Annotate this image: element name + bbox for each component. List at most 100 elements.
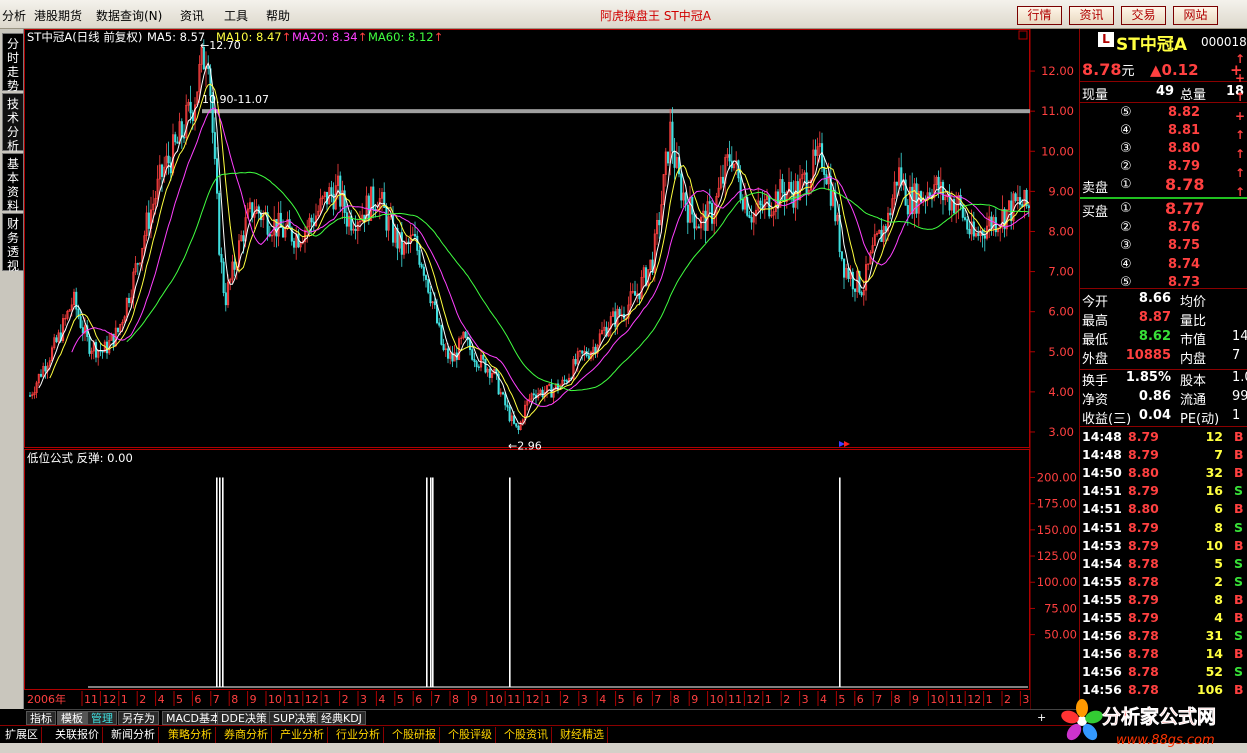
tab-dde[interactable]: DDE决策	[217, 711, 271, 725]
chart-svg[interactable]: ST中冠A(日线 前复权) MA5: 8.57 MA10: 8.47↑ MA20…	[24, 29, 1079, 709]
tab-indicator[interactable]: 指标	[26, 711, 56, 725]
tab-finance-pick[interactable]: 财经精选	[557, 727, 608, 743]
price-tick-label: 10.00	[1041, 144, 1074, 158]
nav-info-button[interactable]: 资讯	[1069, 6, 1114, 25]
x-tick-label: 11	[84, 693, 98, 706]
price-tick-label: 6.00	[1048, 305, 1074, 319]
tab-intraday[interactable]: 分时走势	[2, 33, 24, 93]
candle-body	[147, 212, 150, 229]
signal-bar	[216, 477, 218, 687]
tab-rating[interactable]: 个股评级	[445, 727, 496, 743]
tab-save-as[interactable]: 另存为	[118, 711, 159, 725]
nav-trade-button[interactable]: 交易	[1121, 6, 1166, 25]
sell-level-price[interactable]: 8.78	[1165, 175, 1204, 194]
candle-body	[79, 316, 82, 328]
candle-body	[233, 261, 236, 270]
tab-related-quote[interactable]: 关联报价	[52, 727, 103, 743]
tab-broker[interactable]: 券商分析	[221, 727, 272, 743]
menu-help[interactable]: 帮助	[266, 7, 290, 24]
stat-label-2: 均价	[1180, 295, 1207, 310]
tab-template[interactable]: 模板	[57, 711, 87, 725]
x-tick-label: 12	[102, 693, 116, 706]
tab-strategy[interactable]: 策略分析	[165, 727, 216, 743]
candle-body	[708, 201, 711, 204]
menu-hk-futures[interactable]: 港股期货	[34, 7, 82, 24]
x-tick-label: 1	[765, 693, 772, 706]
candle-body	[183, 137, 186, 139]
total-label: 总量	[1180, 88, 1207, 103]
x-tick-label: 4	[599, 693, 606, 706]
x-tick-label: 10	[710, 693, 724, 706]
candle-body	[853, 288, 857, 292]
stat-label: 外盘	[1082, 352, 1109, 367]
menu-bar: 分析 港股期货 数据查询(N) 资讯 工具 帮助 阿虎操盘王 ST中冠A 行情 …	[0, 0, 1247, 29]
menu-data-query[interactable]: 数据查询(N)	[96, 7, 162, 24]
x-tick-label: 8	[894, 693, 901, 706]
tick-volume: 52	[1205, 664, 1223, 680]
tick-volume: 4	[1214, 610, 1223, 625]
low-annotation: ←2.96	[508, 440, 542, 453]
candle-body	[339, 175, 342, 207]
candle-body	[416, 235, 419, 251]
candle-body	[728, 154, 731, 162]
buy-level-label: ①	[1120, 201, 1132, 216]
candle-body	[207, 66, 210, 69]
candle-body	[471, 349, 474, 360]
tick-price: 8.79	[1128, 591, 1159, 607]
buy-level-price[interactable]: 8.75	[1168, 238, 1200, 253]
buy-level-price[interactable]: 8.77	[1165, 199, 1204, 218]
candle-body	[325, 191, 329, 205]
candle-body	[189, 101, 192, 114]
tab-industry-chain[interactable]: 产业分析	[277, 727, 328, 743]
add-tab-button[interactable]: +	[1034, 711, 1050, 725]
candle-body	[673, 150, 676, 168]
sell-level-price[interactable]: 8.82	[1168, 105, 1200, 120]
menu-analysis[interactable]: 分析	[2, 7, 26, 24]
sell-level-price[interactable]: 8.80	[1168, 141, 1200, 156]
nav-quote-button[interactable]: 行情	[1017, 6, 1062, 25]
tab-manage[interactable]: 管理	[87, 711, 117, 725]
tab-news[interactable]: 新闻分析	[108, 727, 159, 743]
chart-area[interactable]: ST中冠A(日线 前复权) MA5: 8.57 MA10: 8.47↑ MA20…	[24, 29, 1079, 709]
tab-stock-news[interactable]: 个股资讯	[501, 727, 552, 743]
candle-body	[633, 291, 637, 296]
sell-level-price[interactable]: 8.79	[1168, 159, 1200, 174]
divider	[1080, 426, 1247, 427]
tab-sup[interactable]: SUP决策	[269, 711, 321, 725]
resistance-annotation: 10.90-11.07	[202, 93, 269, 106]
tab-kdj[interactable]: 经典KDJ	[317, 711, 366, 725]
candle-body	[429, 292, 432, 304]
sell-level-price[interactable]: 8.81	[1168, 123, 1200, 138]
tick-price: 8.80	[1128, 501, 1159, 517]
ind-tick-label: 50.00	[1044, 628, 1077, 642]
buy-level-price[interactable]: 8.74	[1168, 257, 1200, 272]
ma5-line	[38, 61, 1030, 425]
tab-basic-info[interactable]: 基本资料	[2, 153, 24, 213]
tick-time: 14:56	[1082, 646, 1122, 662]
tab-technical[interactable]: 技术分析	[2, 93, 24, 153]
nav-website-button[interactable]: 网站	[1173, 6, 1218, 25]
menu-info[interactable]: 资讯	[180, 7, 204, 24]
tab-extension[interactable]: 扩展区	[2, 727, 42, 743]
panel-maximize-icon[interactable]	[1018, 30, 1028, 40]
x-tick-label: 7	[875, 693, 882, 706]
buy-level-price[interactable]: 8.76	[1168, 220, 1200, 235]
stat-label: 最低	[1082, 333, 1109, 348]
tab-financial[interactable]: 财务透视	[2, 213, 24, 273]
signal-bar	[509, 477, 511, 687]
candle-body	[565, 380, 568, 383]
candle-body	[906, 205, 909, 215]
tab-sector[interactable]: 行业分析	[333, 727, 384, 743]
candle-body	[532, 393, 535, 396]
stat-label-2: 股本	[1180, 374, 1207, 389]
menu-tools[interactable]: 工具	[224, 7, 248, 24]
x-tick-label: 3	[360, 693, 367, 706]
tick-time: 14:50	[1082, 465, 1122, 481]
x-tick-label: 6	[636, 693, 643, 706]
tab-macd[interactable]: MACD基本	[162, 711, 225, 725]
candle-body	[440, 324, 443, 345]
tick-side: S	[1234, 628, 1244, 644]
ind-tick-label: 150.00	[1037, 523, 1077, 537]
left-tab-strip: 分时走势 技术分析 基本资料 财务透视	[0, 29, 24, 709]
tab-research[interactable]: 个股研报	[389, 727, 440, 743]
